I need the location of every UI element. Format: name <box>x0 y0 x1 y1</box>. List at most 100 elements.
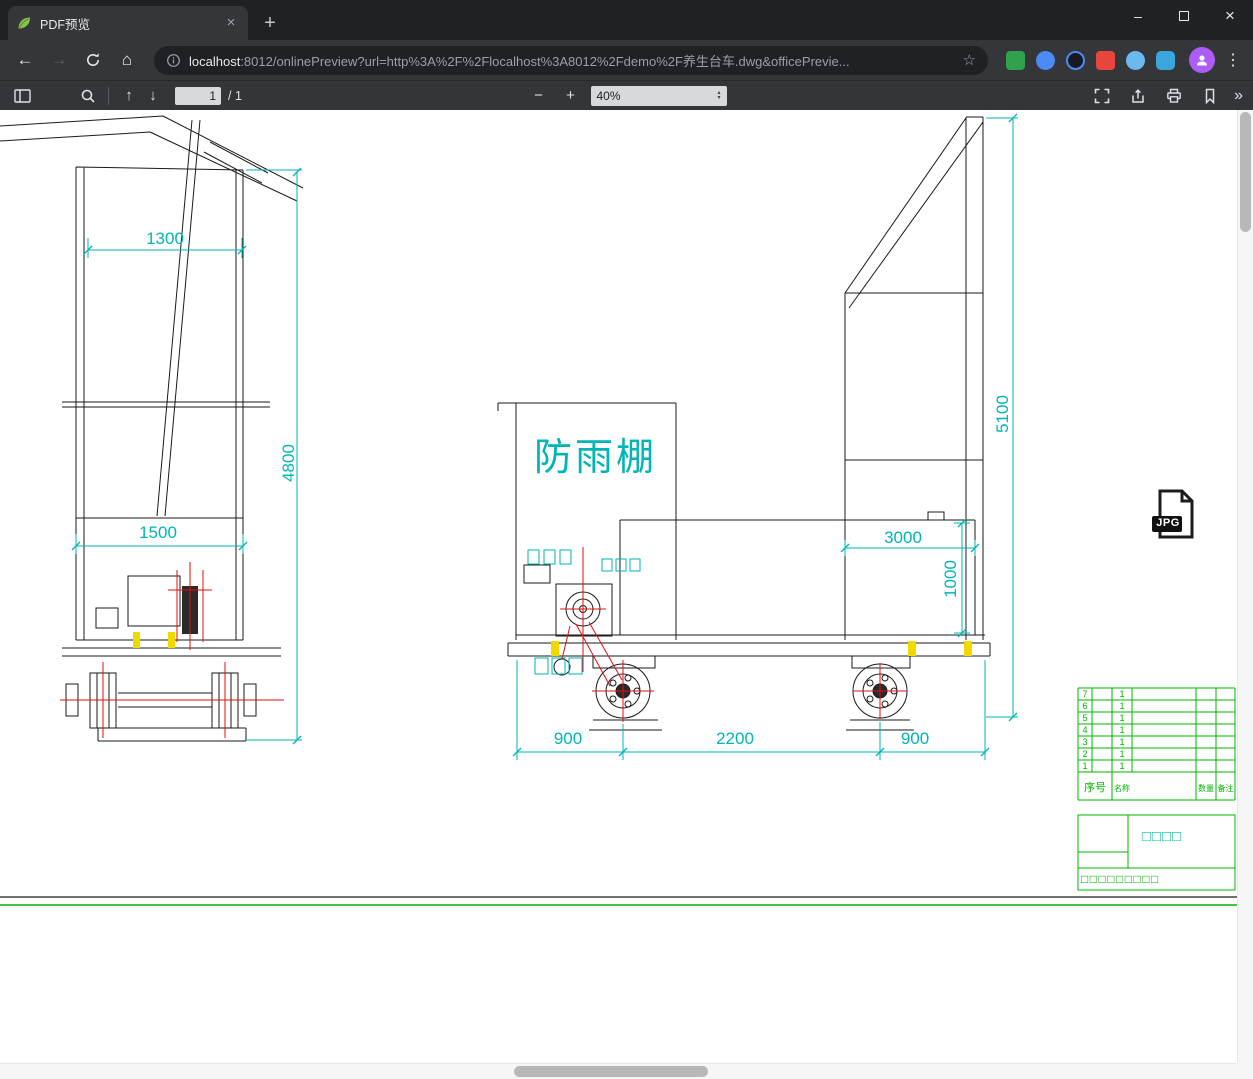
extension-icon-3[interactable] <box>1066 50 1085 70</box>
tab-strip: PDF预览 × + – × <box>0 0 1253 40</box>
fullscreen-icon[interactable] <box>1090 84 1114 108</box>
person-icon <box>1197 55 1207 66</box>
row-qty: 1 <box>1119 761 1125 771</box>
pdf-page: 1300 4800 1500 防雨棚 5100 3000 1000 900 22… <box>0 110 1237 1063</box>
info-icon[interactable] <box>166 53 181 68</box>
leaf-favicon-icon <box>16 15 32 31</box>
forward-button[interactable]: → <box>46 47 72 73</box>
table-header-note: 备注 <box>1217 784 1234 793</box>
dim-wheelbase: 2200 <box>716 729 754 748</box>
url-text: localhost:8012/onlinePreview?url=http%3A… <box>189 51 955 70</box>
vertical-scrollbar[interactable] <box>1237 110 1253 1063</box>
horizontal-scrollbar-thumb[interactable] <box>514 1066 708 1077</box>
row-qty: 1 <box>1119 713 1125 723</box>
print-icon[interactable] <box>1162 84 1186 108</box>
table-row: 71 <box>1078 689 1235 701</box>
extension-icon-5[interactable] <box>1126 50 1145 70</box>
zoom-in-button[interactable]: + <box>559 87 583 104</box>
url-path: :8012/onlinePreview?url=http%3A%2F%2Floc… <box>240 53 850 69</box>
maximize-button[interactable] <box>1161 0 1207 32</box>
pdf-right-tools: » <box>1090 84 1243 108</box>
extension-icon-1[interactable] <box>1006 50 1025 70</box>
address-bar: ← → ⌂ localhost:8012/onlinePreview?url=h… <box>0 40 1253 80</box>
row-qty: 1 <box>1119 689 1125 699</box>
dim-height-left: 4800 <box>279 444 298 482</box>
dim-mid-width: 1500 <box>139 523 177 542</box>
dim-rear-overhang: 900 <box>900 729 930 748</box>
row-no: 1 <box>1082 761 1088 771</box>
more-tools-icon[interactable]: » <box>1234 87 1243 105</box>
dim-front-overhang: 900 <box>553 729 583 748</box>
url-field[interactable]: localhost:8012/onlinePreview?url=http%3A… <box>154 45 988 75</box>
row-no: 3 <box>1082 737 1088 747</box>
tab-pdf-preview[interactable]: PDF预览 × <box>8 6 248 40</box>
page-down-button[interactable]: ↓ <box>141 87 165 104</box>
page-total-label: / 1 <box>228 88 242 103</box>
maximize-icon <box>1179 11 1189 21</box>
table-row: 51 <box>1078 713 1235 725</box>
search-icon[interactable] <box>76 84 100 108</box>
row-no: 4 <box>1082 725 1088 735</box>
table-row: 21 <box>1078 749 1235 761</box>
page-up-button[interactable]: ↑ <box>117 87 141 104</box>
dim-height-right: 5100 <box>993 395 1012 433</box>
bookmark-icon[interactable] <box>1198 84 1222 108</box>
page-number-input[interactable] <box>175 86 221 105</box>
zoom-out-button[interactable]: − <box>527 87 551 104</box>
close-button[interactable]: × <box>1207 0 1253 32</box>
reload-button[interactable] <box>80 47 106 73</box>
browser-window: PDF预览 × + – × ← → ⌂ localhost:8012/onlin… <box>0 0 1253 1079</box>
toolbar-divider <box>108 86 109 105</box>
zoom-level-value: 40% <box>596 88 621 103</box>
row-qty: 1 <box>1119 701 1125 711</box>
table-header-no: 序号 <box>1084 782 1106 794</box>
table-row: 61 <box>1078 701 1235 713</box>
horizontal-scrollbar[interactable] <box>0 1063 1237 1079</box>
table-row: 31 <box>1078 737 1235 749</box>
zoom-controls: − + 40% ▴ ▾ <box>527 85 727 106</box>
scrollbar-corner <box>1237 1063 1253 1079</box>
minimize-button[interactable]: – <box>1115 0 1161 32</box>
select-spinner-icon: ▴ ▾ <box>717 89 721 101</box>
row-no: 6 <box>1082 701 1088 711</box>
extensions-area <box>1006 50 1175 70</box>
table-row: 41 <box>1078 725 1235 737</box>
window-controls: – × <box>1115 0 1253 32</box>
row-qty: 1 <box>1119 725 1125 735</box>
new-tab-button[interactable]: + <box>256 10 284 38</box>
back-button[interactable]: ← <box>12 47 38 73</box>
sidebar-toggle-icon[interactable] <box>10 84 34 108</box>
extension-icon-2[interactable] <box>1036 50 1055 70</box>
table-row: 11 <box>1078 761 1235 773</box>
open-file-icon[interactable] <box>1126 84 1150 108</box>
zoom-level-select[interactable]: 40% ▴ ▾ <box>590 85 727 106</box>
pdf-toolbar: ↑ ↓ / 1 − + 40% ▴▾ » <box>0 80 1253 110</box>
profile-avatar[interactable] <box>1189 47 1215 73</box>
jpg-file-icon: JPG <box>1150 488 1198 540</box>
tab-close-icon[interactable]: × <box>222 14 240 32</box>
titleblock-footer: □□□□□□□□□ <box>1081 872 1160 886</box>
dim-tank-length: 3000 <box>884 528 922 547</box>
browser-menu-icon[interactable]: ⋮ <box>1221 50 1245 70</box>
dim-top-width: 1300 <box>146 229 184 248</box>
extension-icon-6[interactable] <box>1156 50 1175 70</box>
home-button[interactable]: ⌂ <box>114 47 140 73</box>
row-qty: 1 <box>1119 737 1125 747</box>
row-no: 7 <box>1082 689 1088 699</box>
url-host: localhost <box>189 53 241 69</box>
rain-shelter-label: 防雨棚 <box>534 437 658 479</box>
dim-tank-height: 1000 <box>941 560 960 598</box>
table-header-name: 名称 <box>1114 784 1130 793</box>
vertical-scrollbar-thumb[interactable] <box>1240 112 1251 232</box>
row-qty: 1 <box>1119 749 1125 759</box>
file-sheet-icon <box>1152 489 1194 539</box>
titleblock-title: □□□□ <box>1141 828 1183 845</box>
cad-drawing <box>0 113 1237 906</box>
table-header-qty: 数量 <box>1198 784 1214 793</box>
tab-title: PDF预览 <box>40 17 91 32</box>
row-no: 2 <box>1082 749 1088 759</box>
extension-icon-4[interactable] <box>1096 50 1115 70</box>
row-no: 5 <box>1082 713 1088 723</box>
bookmark-star-icon[interactable]: ☆ <box>963 51 976 69</box>
jpg-badge-text: JPG <box>1156 517 1180 529</box>
